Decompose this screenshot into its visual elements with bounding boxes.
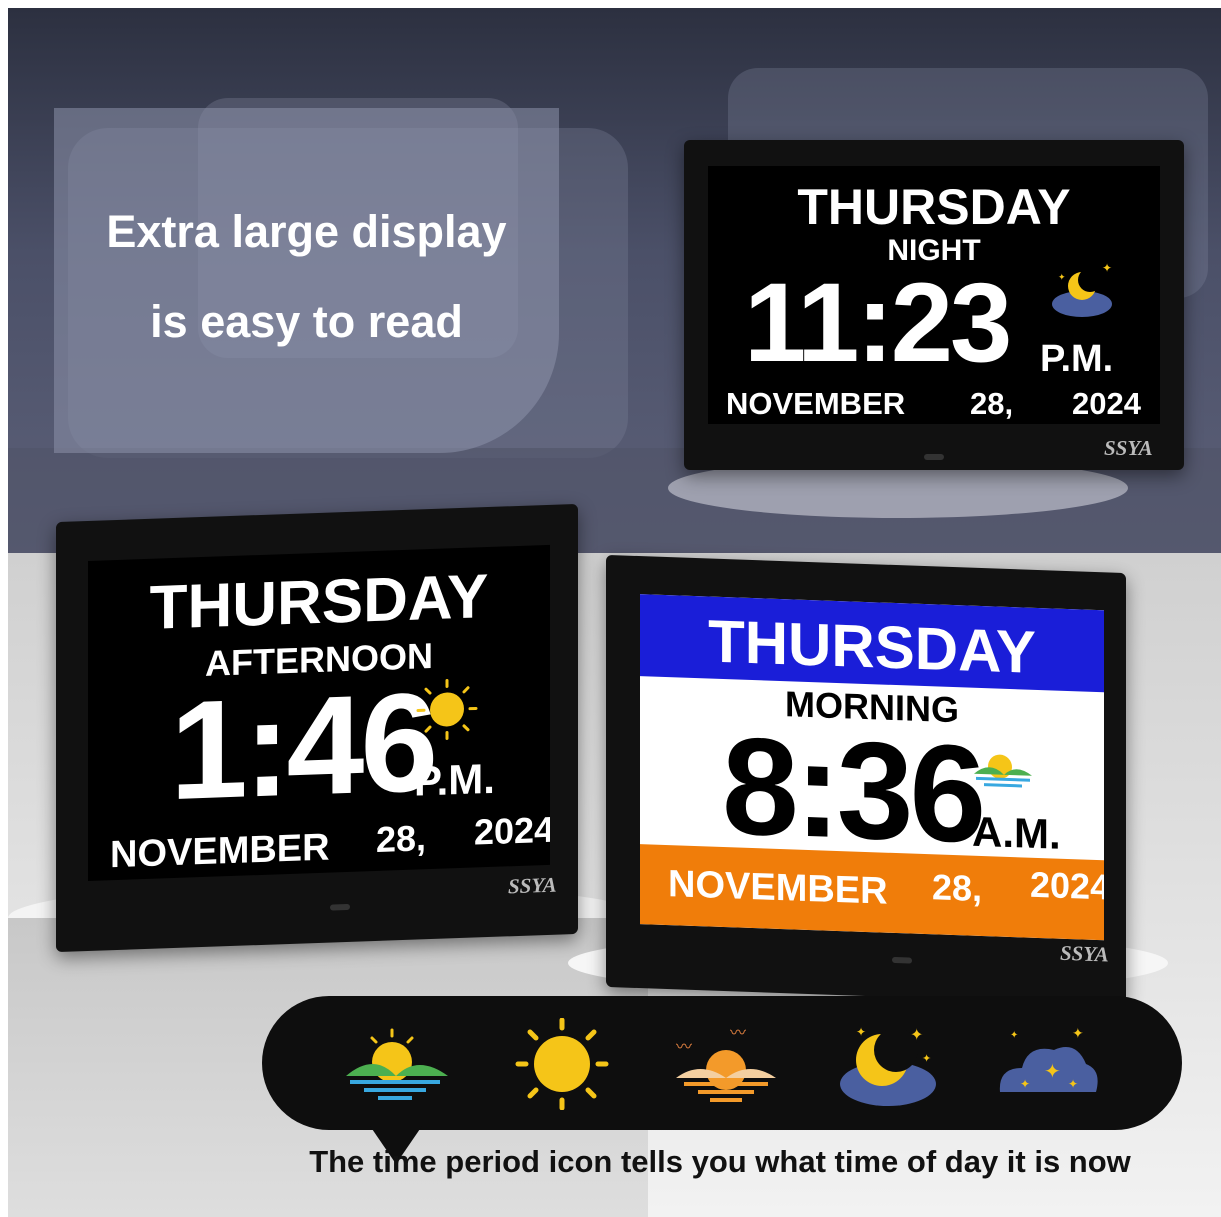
time-label: 11:23 bbox=[744, 260, 1012, 385]
month-label: NOVEMBER bbox=[110, 826, 330, 877]
clock-night: THURSDAY NIGHT 11:23 ✦ ✦ P.M. NOVEMBER 2… bbox=[684, 140, 1184, 470]
month-label: NOVEMBER bbox=[726, 386, 906, 421]
clock-afternoon-screen: THURSDAY AFTERNOON 1:46 P.M. NOVEMBER 28… bbox=[88, 544, 550, 881]
brand-logo: SSYA bbox=[1104, 436, 1153, 460]
sun-icon bbox=[416, 677, 478, 741]
period-icon-bar: 〰 〰 ✦ ✦ ✦ ✦ ✦ ✦ ✦ ✦ bbox=[262, 996, 1182, 1130]
date-label: 28, bbox=[376, 817, 427, 860]
brand-logo: SSYA bbox=[508, 872, 557, 899]
headline-line-2: is easy to read bbox=[150, 296, 463, 347]
product-scene: Extra large display is easy to read THUR… bbox=[8, 8, 1221, 1217]
sensor-dot bbox=[892, 956, 912, 964]
time-label: 1:46 bbox=[170, 662, 435, 830]
date-label: 28, bbox=[932, 866, 983, 910]
year-label: 2024 bbox=[1072, 386, 1141, 421]
svg-text:✦: ✦ bbox=[1068, 1077, 1078, 1091]
moon-cloud-icon: ✦ ✦ ✦ bbox=[832, 1018, 942, 1110]
moon-cloud-icon: ✦ ✦ bbox=[1046, 258, 1118, 320]
month-label: NOVEMBER bbox=[668, 863, 888, 913]
date-label: 28, bbox=[970, 386, 1014, 421]
year-label: 2024 bbox=[1030, 863, 1104, 908]
starry-cloud-icon: ✦ ✦ ✦ ✦ ✦ bbox=[992, 1022, 1104, 1108]
sun-icon bbox=[512, 1017, 612, 1111]
svg-text:✦: ✦ bbox=[1010, 1030, 1018, 1041]
svg-text:〰: 〰 bbox=[676, 1037, 692, 1056]
ampm-label: P.M. bbox=[1040, 338, 1114, 380]
svg-text:✦: ✦ bbox=[922, 1052, 931, 1065]
ampm-label: A.M. bbox=[972, 807, 1061, 858]
sensor-dot bbox=[330, 903, 350, 911]
day-label: THURSDAY bbox=[797, 179, 1071, 235]
clock-morning-screen: THURSDAY MORNING 8:36 A.M. NOVEMBER 28, … bbox=[640, 594, 1104, 941]
year-label: 2024 bbox=[474, 808, 550, 853]
svg-text:✦: ✦ bbox=[1044, 1059, 1061, 1083]
sunrise-icon bbox=[340, 1024, 452, 1104]
svg-text:✦: ✦ bbox=[1020, 1077, 1030, 1091]
svg-text:✦: ✦ bbox=[1058, 273, 1066, 283]
svg-text:✦: ✦ bbox=[1102, 261, 1112, 275]
clock-afternoon: THURSDAY AFTERNOON 1:46 P.M. NOVEMBER 28… bbox=[56, 503, 578, 953]
sunset-icon: 〰 〰 bbox=[670, 1022, 782, 1108]
sunrise-icon bbox=[970, 744, 1036, 796]
svg-text:✦: ✦ bbox=[1072, 1026, 1084, 1042]
brand-logo: SSYA bbox=[1060, 940, 1109, 967]
caption: The time period icon tells you what time… bbox=[309, 1144, 1131, 1179]
svg-text:〰: 〰 bbox=[730, 1023, 746, 1042]
ampm-label: P.M. bbox=[414, 754, 495, 805]
svg-text:✦: ✦ bbox=[856, 1025, 866, 1039]
headline-panel: Extra large display is easy to read bbox=[54, 108, 559, 453]
svg-text:✦: ✦ bbox=[910, 1025, 923, 1044]
headline-line-1: Extra large display bbox=[106, 206, 507, 257]
clock-night-screen: THURSDAY NIGHT 11:23 ✦ ✦ P.M. NOVEMBER 2… bbox=[708, 166, 1160, 424]
clock-morning: THURSDAY MORNING 8:36 A.M. NOVEMBER 28, … bbox=[606, 554, 1126, 1006]
sensor-dot bbox=[924, 454, 944, 460]
time-label: 8:36 bbox=[722, 708, 983, 873]
